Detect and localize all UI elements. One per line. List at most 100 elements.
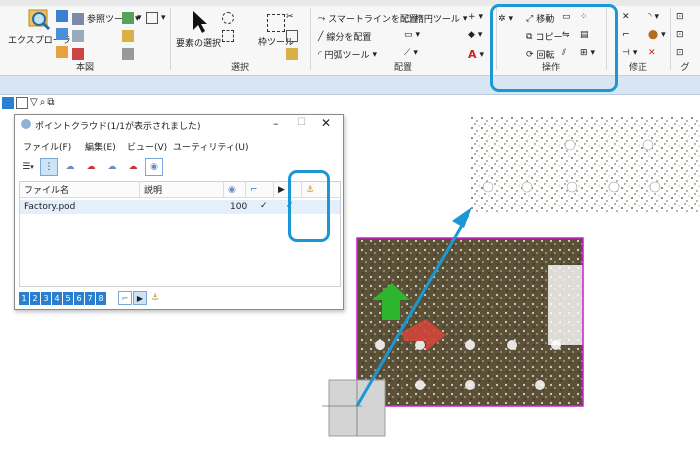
menu-view[interactable]: ビュー(V) — [127, 140, 167, 153]
ribbon-small-button[interactable]: ▾ — [146, 12, 166, 24]
detail-view-button[interactable]: ⋮ — [40, 158, 58, 176]
ribbon-small-button[interactable] — [222, 30, 234, 42]
snap-toggle[interactable]: ⚓ — [148, 291, 162, 305]
menu-utility[interactable]: ユーティリティ(U) — [173, 140, 249, 153]
ribbon-small-button[interactable] — [56, 10, 68, 22]
view-2-toggle[interactable]: 2 — [30, 291, 40, 305]
point-button[interactable]: + ▾ — [468, 12, 483, 22]
dialog-titlebar[interactable]: ポイントクラウド(1/1が表示されました) – ☐ ✕ — [15, 115, 343, 135]
cursor-icon: ▶ — [278, 184, 285, 195]
cell-button[interactable]: ◆ ▾ — [468, 30, 482, 40]
cloud-attach-icon: ☁ — [65, 162, 75, 172]
group-button[interactable]: ⊡ — [676, 48, 684, 58]
menu-file[interactable]: ファイル(F) — [23, 140, 71, 153]
extend-button[interactable]: ⌐ — [622, 30, 630, 40]
view-4-toggle[interactable]: 4 — [52, 291, 62, 305]
close-button[interactable]: ✕ — [321, 116, 331, 130]
chevron-down-icon: ▾ — [654, 12, 660, 22]
attach-cloud-button[interactable]: ☁ — [61, 158, 79, 176]
chevron-down-icon: ▾ — [137, 13, 142, 23]
ribbon-small-button[interactable] — [72, 48, 84, 60]
cell-filename: Factory.pod — [24, 202, 76, 212]
stack-icon — [122, 48, 134, 60]
view-8-toggle[interactable]: 8 — [96, 291, 106, 305]
rectangle-tool-button[interactable]: ▭ ▾ — [404, 30, 420, 40]
chevron-down-icon: ▾ — [413, 48, 418, 58]
arc-icon: ◜ — [318, 49, 322, 60]
cursor-icon — [192, 11, 207, 33]
column-header-filename[interactable]: ファイル名 — [20, 182, 140, 198]
view-6-toggle[interactable]: 6 — [74, 291, 84, 305]
column-header-display[interactable]: ⌐ — [246, 182, 274, 198]
element-select-label: 要素の選択 — [176, 39, 222, 49]
list-icon: ☰ — [22, 162, 31, 172]
select-fence-icon — [222, 30, 234, 42]
paste-button[interactable] — [286, 48, 298, 60]
column-header-description[interactable]: 説明 — [140, 182, 224, 198]
view-5-toggle[interactable]: 5 — [63, 291, 73, 305]
group-button[interactable]: ⊡ — [676, 12, 684, 22]
delete-icon: ✕ — [648, 48, 656, 58]
ribbon-small-button[interactable] — [72, 30, 84, 42]
ribbon-small-button[interactable] — [56, 46, 68, 58]
chevron-down-icon: ▾ — [372, 49, 378, 60]
cell-display-check[interactable]: ✓ — [260, 201, 268, 211]
minimize-button[interactable]: – — [273, 117, 279, 130]
group-button[interactable]: ⊡ — [676, 30, 684, 40]
model-icon — [122, 12, 134, 24]
snap-column-callout — [288, 170, 330, 242]
view-toggle-bar: 1 2 3 4 5 6 7 8 ⌐ ▶ ⚓ — [19, 289, 339, 307]
chevron-down-icon: ▾ — [632, 48, 638, 58]
group-label-place: 配置 — [393, 63, 412, 73]
remove-cloud-button[interactable]: ☁ — [124, 158, 142, 176]
view-7-toggle[interactable]: 7 — [85, 291, 95, 305]
group-icon: ⊡ — [676, 30, 684, 40]
display-toggle[interactable]: ⌐ — [118, 291, 132, 305]
group-icon: ⊡ — [676, 48, 684, 58]
ribbon-small-button[interactable] — [222, 12, 234, 24]
maximize-button[interactable]: ☐ — [297, 117, 306, 128]
cloud-settings-button[interactable]: ◉ — [145, 158, 163, 176]
ribbon-small-button[interactable]: ▾ — [122, 12, 142, 24]
delete-button[interactable]: ✕ — [648, 48, 656, 58]
fillet-icon: ◝ — [648, 12, 652, 22]
cut-button[interactable]: ✂ — [286, 12, 294, 22]
ellipse-tool-button[interactable]: ○ 楕円ツール ▾ — [404, 12, 467, 26]
ellipse-icon: ○ — [404, 13, 412, 24]
level-icon — [56, 46, 68, 58]
point-cloud-icon — [21, 119, 31, 129]
frame-icon — [267, 14, 285, 32]
ribbon-small-button[interactable] — [56, 28, 68, 40]
detach-cloud-button[interactable]: ☁ — [82, 158, 100, 176]
modify-button[interactable]: ⬤ ▾ — [648, 30, 666, 40]
menu-edit[interactable]: 編集(E) — [85, 140, 116, 153]
break-icon: ⊣ — [622, 48, 630, 58]
view-3-toggle[interactable]: 3 — [41, 291, 51, 305]
smartline-button[interactable]: ⤳ スマートラインを配置 — [318, 12, 418, 26]
dialog-menubar: ファイル(F) 編集(E) ビュー(V) ユーティリティ(U) — [15, 137, 343, 153]
list-view-button[interactable]: ☰ ▾ — [19, 158, 37, 176]
trim-button[interactable]: ✕ — [622, 12, 630, 22]
group-label-select: 選択 — [230, 63, 249, 73]
break-button[interactable]: ⊣ ▾ — [622, 48, 637, 58]
polyline-icon: ⟋ — [404, 48, 411, 58]
attach-icon — [72, 48, 84, 60]
polyline-tool-button[interactable]: ⟋ ▾ — [404, 48, 418, 58]
select-circle-icon — [222, 12, 234, 24]
column-header-density[interactable]: ◉ — [224, 182, 246, 198]
density-icon: ◉ — [228, 184, 236, 195]
element-select-button[interactable]: 要素の選択 — [176, 10, 221, 49]
ribbon-small-button[interactable] — [122, 30, 134, 42]
copy-button[interactable] — [286, 30, 298, 42]
chevron-down-icon: ▾ — [478, 12, 484, 22]
ribbon-highlight-callout — [490, 4, 618, 92]
fillet-button[interactable]: ◝ ▾ — [648, 12, 659, 22]
ribbon-small-button[interactable] — [122, 48, 134, 60]
line-segment-button[interactable]: ╱ 線分を配置 — [318, 30, 371, 44]
view-1-toggle[interactable]: 1 — [19, 291, 29, 305]
locate-toggle[interactable]: ▶ — [133, 291, 147, 305]
paste-icon — [286, 48, 298, 60]
chevron-down-icon: ▾ — [161, 13, 166, 23]
reload-cloud-button[interactable]: ☁ — [103, 158, 121, 176]
line-icon: ╱ — [318, 31, 324, 42]
